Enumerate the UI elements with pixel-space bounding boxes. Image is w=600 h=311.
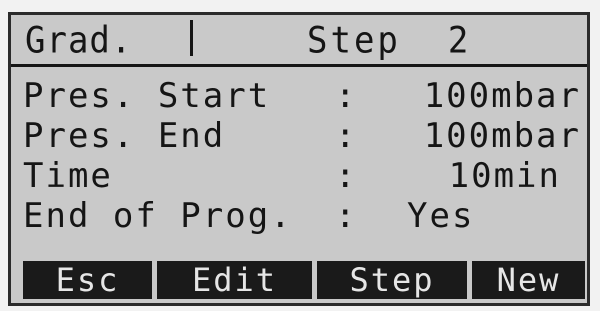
parameter-row-time: Time : 10min bbox=[23, 157, 583, 197]
parameter-value: 10min bbox=[448, 156, 561, 196]
lcd-display: Grad. Step 2 Pres. Start : 100mbar Pres.… bbox=[8, 12, 590, 306]
edit-button[interactable]: Edit bbox=[157, 261, 312, 299]
step-label: Step 2 bbox=[307, 19, 472, 63]
parameter-list: Pres. Start : 100mbar Pres. End : 100mba… bbox=[23, 77, 583, 237]
mode-label: Grad. bbox=[25, 19, 133, 63]
parameter-row-pres-end: Pres. End : 100mbar bbox=[23, 117, 583, 157]
parameter-colon: : bbox=[335, 76, 356, 116]
parameter-colon: : bbox=[335, 116, 356, 156]
parameter-row-end-of-prog: End of Prog. : Yes bbox=[23, 197, 583, 237]
new-button[interactable]: New bbox=[472, 261, 585, 299]
parameter-label: Pres. Start bbox=[23, 76, 271, 116]
parameter-label: Time bbox=[23, 156, 113, 196]
header-separator bbox=[11, 64, 587, 67]
header-divider bbox=[190, 20, 193, 56]
parameter-label: Pres. End bbox=[23, 116, 226, 156]
display-header: Grad. Step 2 bbox=[11, 15, 587, 63]
device-bezel: Grad. Step 2 Pres. Start : 100mbar Pres.… bbox=[0, 0, 600, 311]
parameter-colon: : bbox=[335, 196, 356, 236]
parameter-colon: : bbox=[335, 156, 356, 196]
step-button[interactable]: Step bbox=[317, 261, 467, 299]
parameter-value: 100mbar bbox=[423, 116, 581, 156]
parameter-value: Yes bbox=[407, 196, 475, 236]
parameter-label: End of Prog. bbox=[23, 196, 293, 236]
softkey-bar: Esc Edit Step New bbox=[11, 261, 587, 303]
parameter-row-pres-start: Pres. Start : 100mbar bbox=[23, 77, 583, 117]
esc-button[interactable]: Esc bbox=[23, 261, 152, 299]
parameter-value: 100mbar bbox=[423, 76, 581, 116]
